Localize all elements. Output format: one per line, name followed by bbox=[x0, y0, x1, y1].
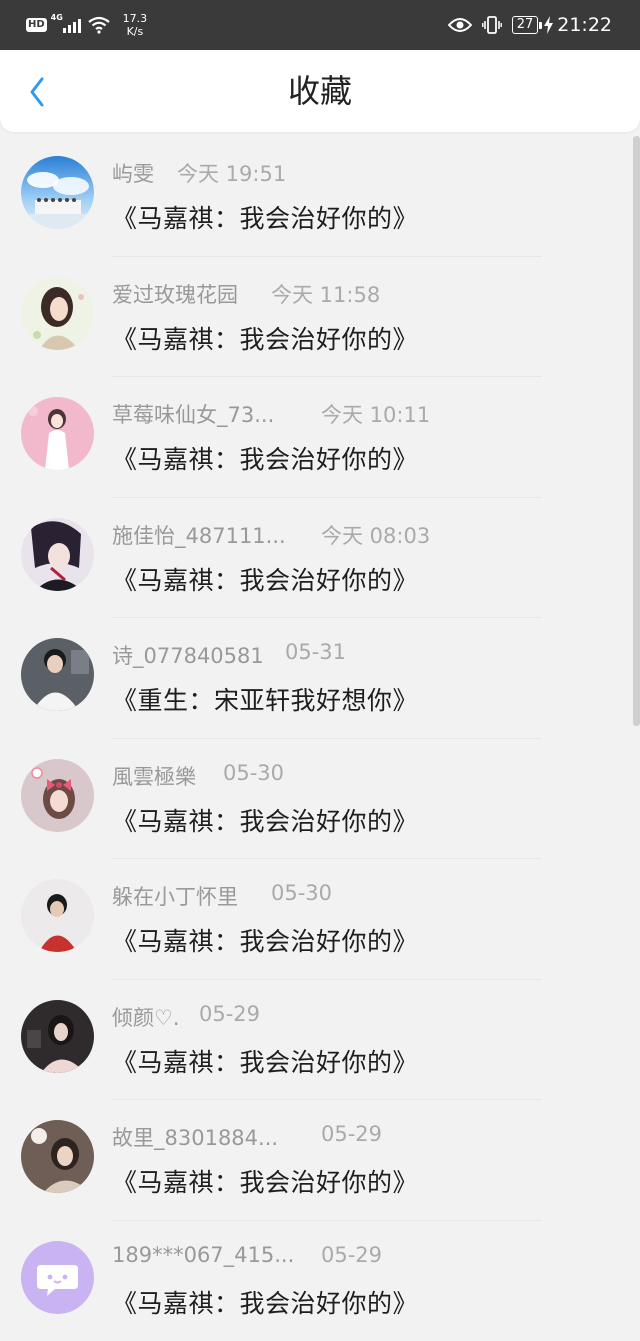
story-title[interactable]: 《马嘉祺：我会治好你的》 bbox=[112, 1043, 418, 1079]
favorite-time: 05-31 bbox=[285, 640, 346, 664]
story-title[interactable]: 《重生：宋亚轩我好想你》 bbox=[112, 681, 418, 717]
favorite-time: 今天 08:03 bbox=[321, 520, 430, 550]
list-item[interactable]: 倾颜♡. 05-29 《马嘉祺：我会治好你的》 bbox=[0, 980, 632, 1101]
list-item[interactable]: 屿雯 今天 19:51 《马嘉祺：我会治好你的》 bbox=[0, 136, 632, 257]
avatar[interactable] bbox=[21, 156, 94, 229]
author-name: 草莓味仙女_73... bbox=[112, 399, 274, 429]
page-title: 收藏 bbox=[0, 42, 640, 140]
favorite-time: 05-29 bbox=[321, 1122, 382, 1146]
avatar[interactable] bbox=[21, 1241, 94, 1314]
favorites-list: 屿雯 今天 19:51 《马嘉祺：我会治好你的》 爱过玫瑰花园 今天 11:58… bbox=[0, 136, 632, 1341]
favorite-time: 05-30 bbox=[223, 761, 284, 785]
author-name: 躲在小丁怀里 bbox=[112, 881, 238, 911]
avatar[interactable] bbox=[21, 518, 94, 591]
charging-icon bbox=[544, 16, 553, 34]
story-title[interactable]: 《马嘉祺：我会治好你的》 bbox=[112, 1284, 418, 1320]
scrollbar[interactable] bbox=[633, 136, 640, 726]
story-title[interactable]: 《马嘉祺：我会治好你的》 bbox=[112, 802, 418, 838]
avatar[interactable] bbox=[21, 397, 94, 470]
author-name: 爱过玫瑰花园 bbox=[112, 279, 238, 309]
favorite-time: 今天 19:51 bbox=[177, 158, 286, 188]
author-name: 屿雯 bbox=[112, 158, 154, 188]
story-title[interactable]: 《马嘉祺：我会治好你的》 bbox=[112, 922, 418, 958]
speed-value: 17.3 bbox=[123, 12, 148, 25]
signal-icon: 4G bbox=[53, 17, 81, 33]
story-title[interactable]: 《马嘉祺：我会治好你的》 bbox=[112, 1163, 418, 1199]
avatar[interactable] bbox=[21, 879, 94, 952]
author-name: 故里_8301884... bbox=[112, 1122, 278, 1152]
author-name: 189***067_415... bbox=[112, 1243, 294, 1267]
author-name: 施佳怡_487111... bbox=[112, 520, 286, 550]
story-title[interactable]: 《马嘉祺：我会治好你的》 bbox=[112, 440, 418, 476]
author-name: 诗_077840581 bbox=[112, 640, 264, 670]
wifi-icon bbox=[87, 16, 111, 34]
author-name: 風雲極樂 bbox=[112, 761, 196, 791]
network-speed: 17.3 K/s bbox=[123, 12, 148, 38]
story-title[interactable]: 《马嘉祺：我会治好你的》 bbox=[112, 320, 418, 356]
list-item[interactable]: 施佳怡_487111... 今天 08:03 《马嘉祺：我会治好你的》 bbox=[0, 498, 632, 619]
eye-icon bbox=[448, 17, 472, 33]
story-title[interactable]: 《马嘉祺：我会治好你的》 bbox=[112, 199, 418, 235]
favorite-time: 今天 11:58 bbox=[271, 279, 380, 309]
avatar[interactable] bbox=[21, 759, 94, 832]
speed-unit: K/s bbox=[127, 25, 144, 38]
network-type: 4G bbox=[51, 13, 63, 22]
hd-icon: HD bbox=[26, 18, 47, 32]
favorite-time: 05-29 bbox=[321, 1243, 382, 1267]
nav-header: 收藏 bbox=[0, 50, 640, 132]
clock: 21:22 bbox=[557, 14, 612, 36]
list-item[interactable]: 躲在小丁怀里 05-30 《马嘉祺：我会治好你的》 bbox=[0, 859, 632, 980]
battery-icon: 27 bbox=[512, 16, 539, 34]
author-name: 倾颜♡. bbox=[112, 1002, 180, 1032]
avatar[interactable] bbox=[21, 638, 94, 711]
story-title[interactable]: 《马嘉祺：我会治好你的》 bbox=[112, 561, 418, 597]
avatar[interactable] bbox=[21, 277, 94, 350]
list-item[interactable]: 草莓味仙女_73... 今天 10:11 《马嘉祺：我会治好你的》 bbox=[0, 377, 632, 498]
favorite-time: 今天 10:11 bbox=[321, 399, 430, 429]
avatar[interactable] bbox=[21, 1120, 94, 1193]
favorite-time: 05-30 bbox=[271, 881, 332, 905]
list-item[interactable]: 爱过玫瑰花园 今天 11:58 《马嘉祺：我会治好你的》 bbox=[0, 257, 632, 378]
list-item[interactable]: 風雲極樂 05-30 《马嘉祺：我会治好你的》 bbox=[0, 739, 632, 860]
list-item[interactable]: 189***067_415... 05-29 《马嘉祺：我会治好你的》 bbox=[0, 1221, 632, 1341]
list-item[interactable]: 故里_8301884... 05-29 《马嘉祺：我会治好你的》 bbox=[0, 1100, 632, 1221]
favorite-time: 05-29 bbox=[199, 1002, 260, 1026]
avatar[interactable] bbox=[21, 1000, 94, 1073]
list-item[interactable]: 诗_077840581 05-31 《重生：宋亚轩我好想你》 bbox=[0, 618, 632, 739]
vibrate-icon bbox=[482, 16, 502, 34]
